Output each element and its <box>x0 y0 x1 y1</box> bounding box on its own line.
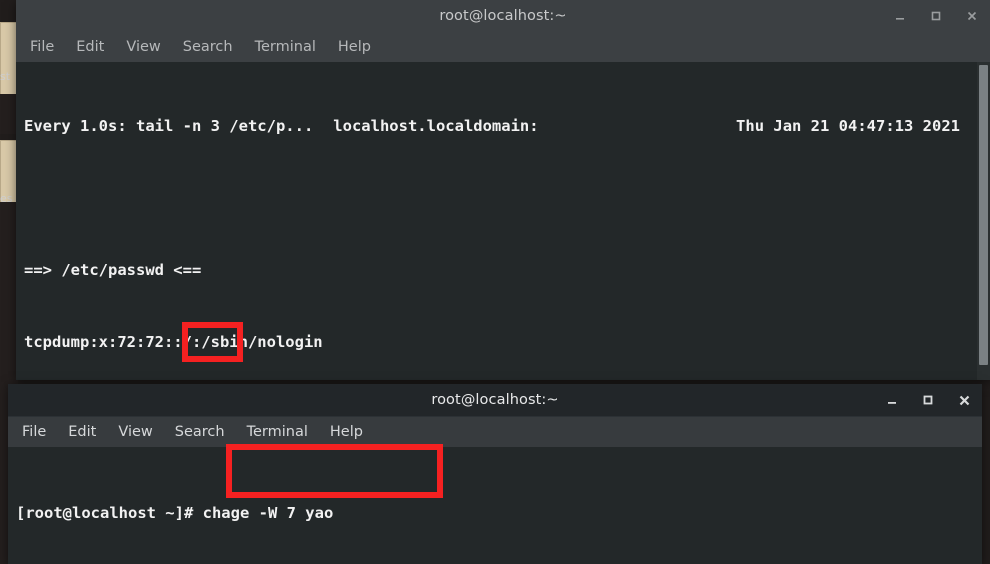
menu-item-view[interactable]: View <box>126 39 160 55</box>
menu-item-file[interactable]: File <box>30 39 54 55</box>
window-controls-command <box>884 384 972 416</box>
menubar-watch: File Edit View Search Terminal Help <box>16 32 990 62</box>
background-fragment-label-1: st <box>0 70 11 83</box>
terminal-output-command[interactable]: [root@localhost ~]# chage -W 7 yao [root… <box>8 447 982 564</box>
menu-item-edit[interactable]: Edit <box>76 39 104 55</box>
menu-item-edit[interactable]: Edit <box>68 424 96 440</box>
menu-item-view[interactable]: View <box>118 424 152 440</box>
minimize-icon[interactable] <box>884 392 900 408</box>
window-controls-watch <box>892 0 980 32</box>
menu-item-search[interactable]: Search <box>175 424 225 440</box>
watch-header-interval: Every 1.0s: tail -n 3 /etc/p... <box>24 117 314 135</box>
menu-item-file[interactable]: File <box>22 424 46 440</box>
terminal-output-watch[interactable]: Every 1.0s: tail -n 3 /etc/p... localhos… <box>16 62 990 380</box>
menu-item-search[interactable]: Search <box>183 39 233 55</box>
window-title-command: root@localhost:~ <box>431 392 559 408</box>
menu-item-help[interactable]: Help <box>338 39 371 55</box>
watch-header-host: localhost.localdomain: <box>333 117 539 135</box>
scrollbar-watch[interactable] <box>977 62 990 380</box>
watch-header-line: Every 1.0s: tail -n 3 /etc/p... localhos… <box>24 114 990 138</box>
terminal-line: ==> /etc/passwd <== <box>24 261 202 279</box>
terminal-window-watch[interactable]: root@localhost:~ File Edit View Search T… <box>16 0 990 380</box>
watch-header-timestamp: Thu Jan 21 04:47:13 2021 <box>736 117 960 135</box>
close-icon[interactable] <box>964 8 980 24</box>
titlebar-command[interactable]: root@localhost:~ <box>8 384 982 417</box>
menu-item-terminal[interactable]: Terminal <box>247 424 308 440</box>
terminal-line: tcpdump:x:72:72::/:/sbin/nologin <box>24 333 323 351</box>
menubar-command: File Edit View Search Terminal Help <box>8 417 982 447</box>
window-title-watch: root@localhost:~ <box>439 8 567 24</box>
desktop-screen: st es root@localhost:~ File Edit View Se… <box>0 0 990 564</box>
menu-item-help[interactable]: Help <box>330 424 363 440</box>
scrollbar-thumb[interactable] <box>979 65 988 365</box>
terminal-window-command[interactable]: root@localhost:~ File Edit View Search T… <box>8 384 982 564</box>
terminal-line: [root@localhost ~]# chage -W 7 yao <box>16 504 334 522</box>
maximize-icon[interactable] <box>920 392 936 408</box>
titlebar-watch[interactable]: root@localhost:~ <box>16 0 990 32</box>
close-icon[interactable] <box>956 392 972 408</box>
minimize-icon[interactable] <box>892 8 908 24</box>
maximize-icon[interactable] <box>928 8 944 24</box>
menu-item-terminal[interactable]: Terminal <box>255 39 316 55</box>
